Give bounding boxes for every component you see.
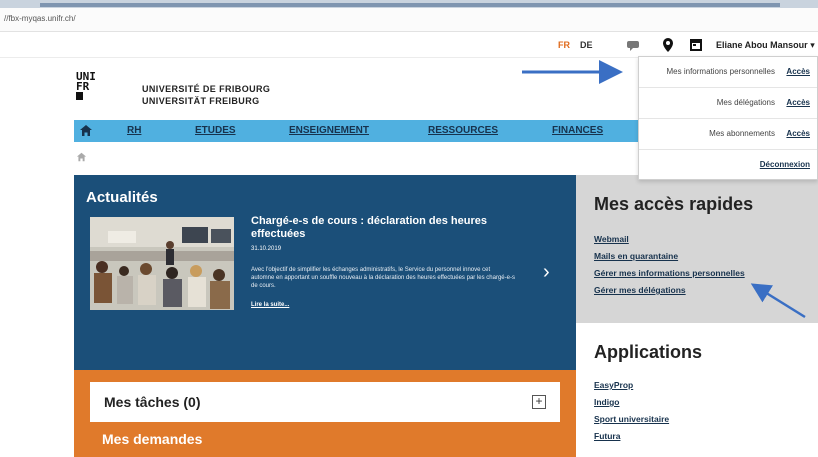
chat-icon[interactable]	[626, 37, 642, 53]
chevron-down-icon: ▾	[810, 40, 815, 50]
university-name-fr: UNIVERSITÉ DE FRIBOURG	[142, 84, 271, 94]
browser-tab-strip	[40, 3, 780, 7]
quick-access-list: Webmail Mails en quarantaine Gérer mes i…	[594, 234, 745, 302]
app-link-sport[interactable]: Sport universitaire	[594, 414, 669, 424]
app-link-futura[interactable]: Futura	[594, 431, 669, 441]
quick-access-heading: Mes accès rapides	[594, 194, 754, 214]
university-name: UNIVERSITÉ DE FRIBOURG UNIVERSITÄT FREIB…	[142, 83, 270, 107]
expand-plus-icon[interactable]: +	[532, 395, 546, 409]
quick-link-personal-info[interactable]: Gérer mes informations personnelles	[594, 268, 745, 278]
menu-row-subscriptions: Mes abonnements Accès	[639, 119, 817, 150]
applications-heading: Applications	[594, 342, 703, 362]
breadcrumb-home-icon[interactable]	[76, 152, 87, 162]
logo-square	[76, 92, 83, 100]
app-link-indigo[interactable]: Indigo	[594, 397, 669, 407]
home-icon[interactable]	[79, 124, 93, 137]
app-link-easyprop[interactable]: EasyProp	[594, 380, 669, 390]
quick-link-webmail[interactable]: Webmail	[594, 234, 745, 244]
menu-access-subscriptions[interactable]: Accès	[786, 129, 810, 138]
menu-row-delegations: Mes délégations Accès	[639, 88, 817, 119]
news-photo[interactable]	[90, 217, 234, 310]
university-name-de: UNIVERSITÄT FREIBURG	[142, 96, 260, 106]
logo-line-2: FR	[76, 80, 90, 93]
lang-de-link[interactable]: DE	[580, 40, 593, 50]
browser-top-stripe	[0, 0, 818, 8]
news-date: 31.10.2019	[251, 246, 282, 252]
menu-label-subscriptions: Mes abonnements	[709, 129, 775, 138]
news-title[interactable]: Chargé-e-s de cours : déclaration des he…	[251, 215, 521, 241]
lang-fr-link[interactable]: FR	[558, 40, 570, 50]
news-text: Avec l'objectif de simplifier les échang…	[251, 267, 515, 289]
applications-list: EasyProp Indigo Sport universitaire Futu…	[594, 380, 669, 448]
address-bar[interactable]: //fbx-myqas.unifr.ch/	[0, 8, 818, 32]
unifr-logo[interactable]: UNI FR	[76, 71, 96, 102]
logout-link[interactable]: Déconnexion	[760, 160, 810, 169]
menu-label-personal-info: Mes informations personnelles	[666, 67, 776, 76]
user-dropdown-menu: Mes informations personnelles Accès Mes …	[638, 56, 818, 180]
calendar-icon[interactable]	[688, 37, 704, 53]
quick-link-delegations[interactable]: Gérer mes délégations	[594, 285, 745, 295]
menu-access-personal-info[interactable]: Accès	[786, 67, 810, 76]
nav-rh[interactable]: RH	[127, 125, 141, 136]
tasks-box[interactable]: Mes tâches (0) +	[90, 382, 560, 422]
menu-label-delegations: Mes délégations	[716, 98, 775, 107]
user-name: Eliane Abou Mansour	[716, 40, 808, 50]
menu-row-personal-info: Mes informations personnelles Accès	[639, 57, 817, 88]
tasks-label: Mes tâches (0)	[104, 394, 201, 410]
nav-enseignement[interactable]: ENSEIGNEMENT	[289, 125, 369, 136]
news-panel: Actualités Chargé-e-s de cours : déclara…	[74, 175, 576, 370]
menu-row-logout: Déconnexion	[639, 150, 817, 181]
chevron-right-icon[interactable]: ›	[543, 261, 550, 284]
requests-label[interactable]: Mes demandes	[102, 431, 202, 447]
tasks-panel: Mes tâches (0) + Mes demandes	[74, 370, 576, 457]
nav-finances[interactable]: FINANCES	[552, 125, 603, 136]
user-menu-toggle[interactable]: Eliane Abou Mansour ▾	[716, 40, 815, 51]
location-pin-icon[interactable]	[660, 37, 676, 53]
news-read-more-link[interactable]: Lire la suite...	[251, 302, 289, 308]
nav-ressources[interactable]: RESSOURCES	[428, 125, 498, 136]
utility-bar: FR DE Eliane Abou Mansour ▾	[0, 32, 818, 58]
address-url: //fbx-myqas.unifr.ch/	[4, 14, 76, 23]
quick-link-quarantine[interactable]: Mails en quarantaine	[594, 251, 745, 261]
applications-panel: Applications EasyProp Indigo Sport unive…	[576, 323, 818, 457]
quick-access-panel: Mes accès rapides Webmail Mails en quara…	[576, 175, 818, 323]
menu-access-delegations[interactable]: Accès	[786, 98, 810, 107]
nav-etudes[interactable]: ETUDES	[195, 125, 236, 136]
news-heading: Actualités	[86, 189, 158, 206]
